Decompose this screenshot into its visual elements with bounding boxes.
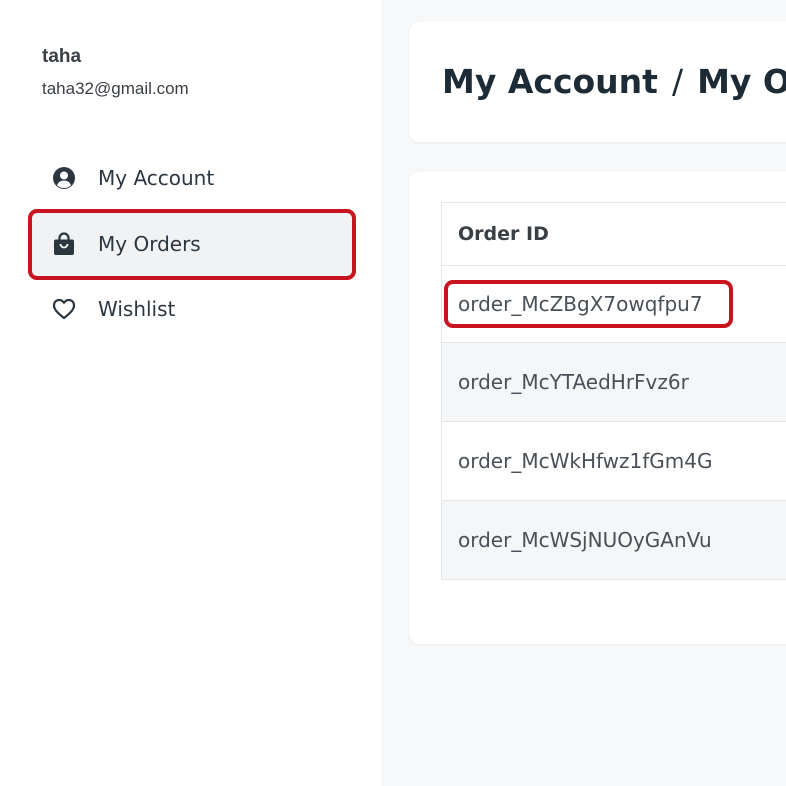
page: taha taha32@gmail.com My Account My Orde… xyxy=(0,0,786,786)
table-row[interactable]: order_McWSjNUOyGAnVu xyxy=(441,500,786,580)
breadcrumb-item-my-account[interactable]: My Account xyxy=(442,62,658,101)
sidebar-item-my-account[interactable]: My Account xyxy=(30,145,354,211)
table-row[interactable]: order_McYTAedHrFvz6r xyxy=(441,342,786,422)
user-email: taha32@gmail.com xyxy=(42,79,189,98)
orders-card: Order ID order_McZBgX7owqfpu7 order_McYT… xyxy=(409,172,786,644)
page-header-card: My Account / My Orders xyxy=(409,22,786,142)
heart-icon xyxy=(52,297,76,321)
column-header-order-id: Order ID xyxy=(441,202,786,266)
order-highlight-annotation xyxy=(444,280,733,328)
breadcrumb: My Account / My Orders xyxy=(442,62,786,101)
user-circle-icon xyxy=(52,166,76,190)
sidebar-item-label: My Account xyxy=(98,166,215,190)
sidebar-item-wishlist[interactable]: Wishlist xyxy=(30,276,354,342)
order-id-cell[interactable]: order_McWSjNUOyGAnVu xyxy=(441,500,786,580)
table-header-row: Order ID xyxy=(441,202,786,266)
breadcrumb-item-my-orders: My Orders xyxy=(697,62,786,101)
orders-table: Order ID order_McZBgX7owqfpu7 order_McYT… xyxy=(441,202,786,580)
table-row[interactable]: order_McWkHfwz1fGm4G xyxy=(441,421,786,501)
nav-highlight-annotation xyxy=(28,209,356,280)
order-id-cell[interactable]: order_McWkHfwz1fGm4G xyxy=(441,421,786,501)
breadcrumb-separator: / xyxy=(671,62,684,101)
user-name: taha xyxy=(42,46,82,67)
order-id-cell[interactable]: order_McYTAedHrFvz6r xyxy=(441,342,786,422)
sidebar-item-label: Wishlist xyxy=(98,297,176,321)
sidebar: taha taha32@gmail.com My Account My Orde… xyxy=(0,0,381,786)
